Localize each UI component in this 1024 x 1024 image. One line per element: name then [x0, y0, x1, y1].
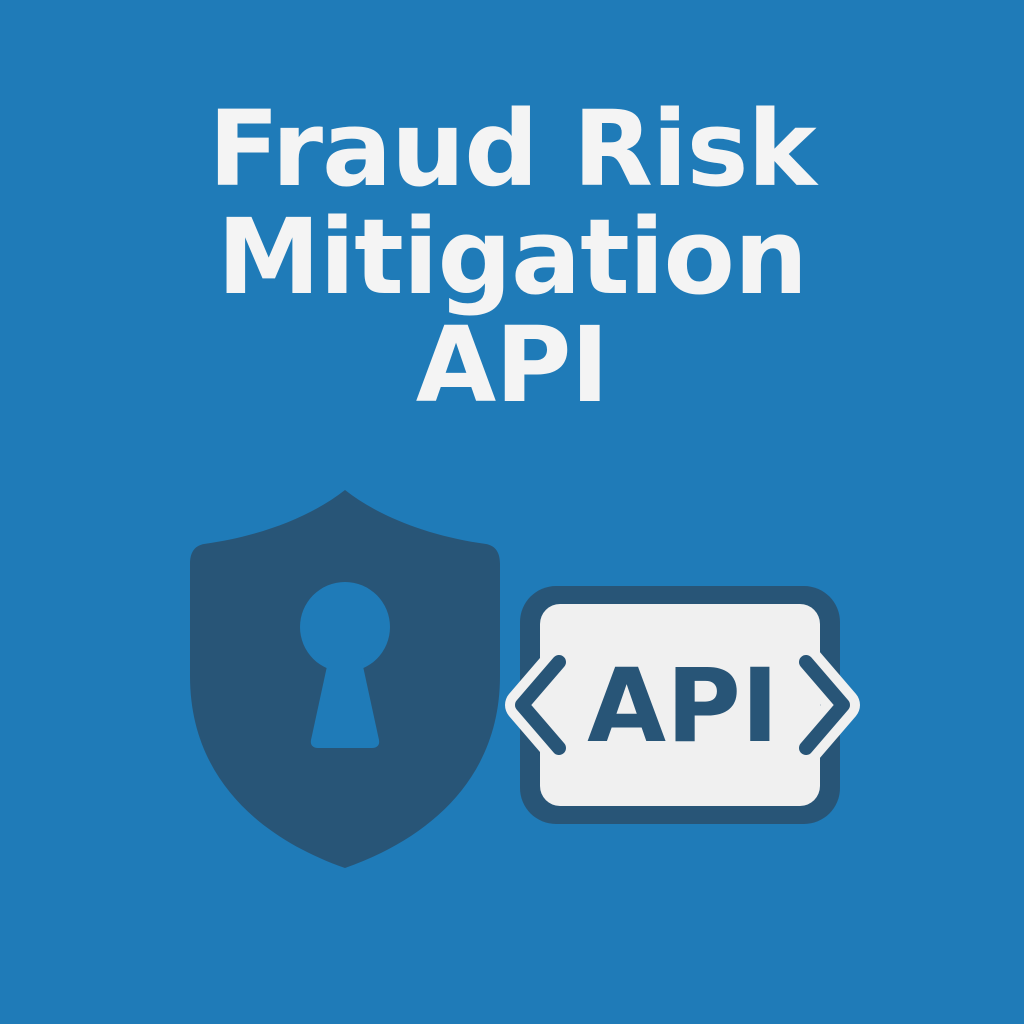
- shield-keyhole-icon: [190, 490, 500, 868]
- page-title: Fraud Risk Mitigation API: [0, 95, 1024, 419]
- api-badge-label: API: [587, 647, 779, 766]
- title-line-2: Mitigation: [217, 196, 808, 318]
- title-line-1: Fraud Risk: [208, 88, 816, 210]
- title-line-3: API: [415, 304, 609, 426]
- api-code-icon: API: [505, 586, 860, 824]
